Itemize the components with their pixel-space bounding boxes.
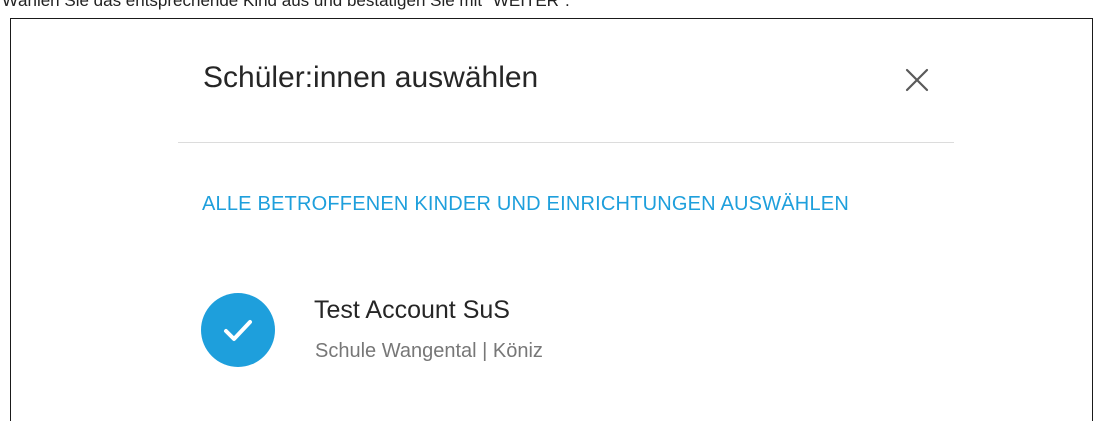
page: Wählen Sie das entsprechende Kind aus un… [0, 0, 1107, 421]
selected-indicator[interactable] [201, 293, 275, 367]
close-button[interactable] [897, 60, 937, 100]
student-list-item[interactable]: Test Account SuS Schule Wangental | Köni… [197, 290, 897, 380]
close-icon [905, 68, 929, 92]
student-name: Test Account SuS [314, 296, 510, 324]
check-icon [224, 320, 252, 341]
student-school: Schule Wangental | Köniz [315, 340, 543, 362]
instruction-text: Wählen Sie das entsprechende Kind aus un… [2, 0, 570, 10]
dialog-title: Schüler:innen auswählen [203, 61, 539, 94]
select-all-link[interactable]: ALLE BETROFFENEN KINDER UND EINRICHTUNGE… [202, 181, 922, 227]
dialog-divider [178, 142, 954, 143]
